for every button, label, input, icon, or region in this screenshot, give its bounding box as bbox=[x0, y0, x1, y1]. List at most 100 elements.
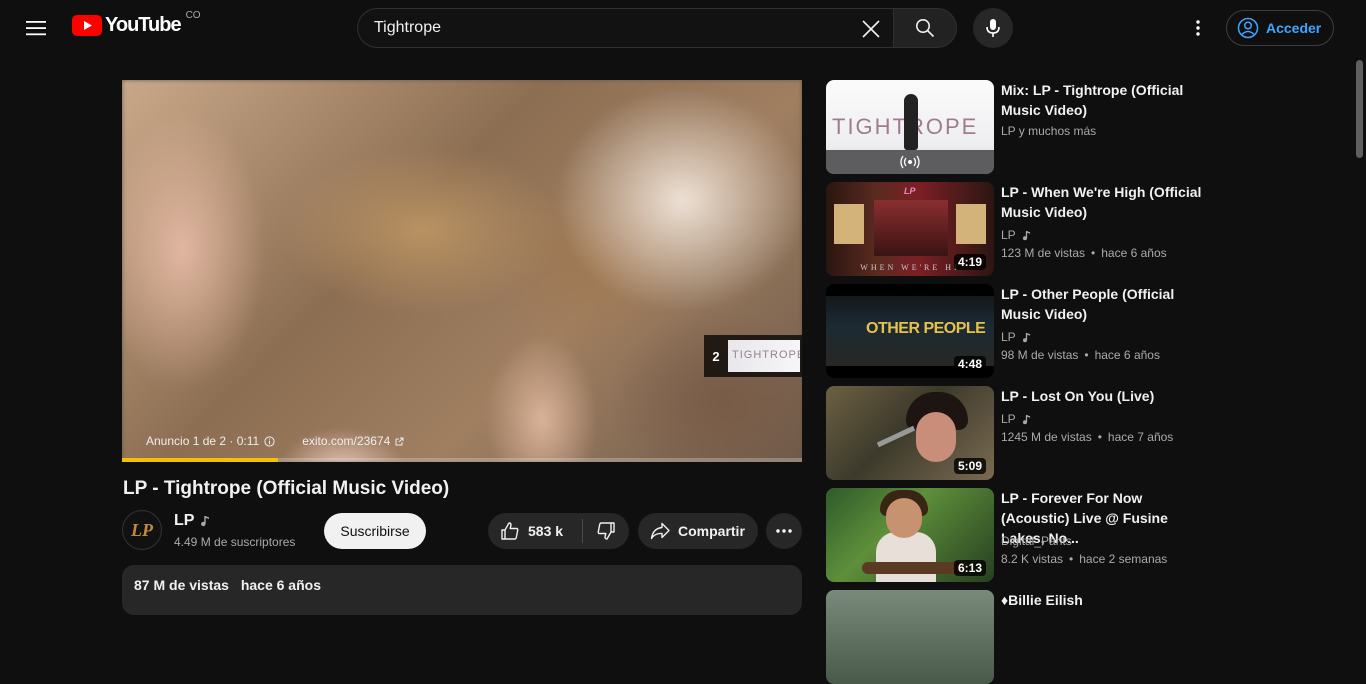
recommendation-thumbnail[interactable]: LP WHEN WE'RE HI 4:19 bbox=[826, 182, 994, 276]
ad-progress-bar[interactable] bbox=[122, 458, 802, 462]
music-note-icon bbox=[201, 516, 210, 527]
guide-menu-button[interactable] bbox=[18, 10, 54, 46]
page-scrollbar[interactable] bbox=[1352, 56, 1366, 598]
search-icon bbox=[916, 19, 935, 38]
recommendation-title[interactable]: ♦Billie Eilish bbox=[1001, 590, 1206, 610]
recommendation-views: 123 M de vistas bbox=[1001, 246, 1086, 260]
region-code: CO bbox=[185, 10, 201, 21]
sign-in-button[interactable]: Acceder bbox=[1226, 10, 1334, 46]
recommendation-thumbnail[interactable]: 6:13 bbox=[826, 488, 994, 582]
more-actions-button[interactable] bbox=[766, 513, 802, 549]
thumbnail-text: OTHER PEOPLE bbox=[866, 320, 986, 337]
thumbnail-head bbox=[886, 498, 922, 538]
recommendation-channel[interactable]: Digital_Pants bbox=[1001, 534, 1072, 548]
thumbnail-panel bbox=[956, 204, 986, 244]
music-note-icon bbox=[1022, 332, 1030, 342]
recommendation-thumbnail[interactable]: TIGHTROPE bbox=[826, 80, 994, 174]
share-button[interactable]: Compartir bbox=[638, 513, 758, 549]
mix-bar bbox=[826, 150, 994, 174]
recommendation-channel[interactable]: LP y muchos más bbox=[1001, 124, 1096, 138]
recommendation-item[interactable]: ♦Billie Eilish bbox=[826, 590, 1206, 684]
share-icon bbox=[650, 522, 670, 540]
thumbnail-band bbox=[874, 200, 948, 256]
ad-counter: Anuncio 1 de 2 · 0:11 bbox=[146, 434, 260, 448]
more-horiz-icon bbox=[776, 529, 792, 533]
video-duration: 4:48 bbox=[953, 356, 986, 372]
publish-date: hace 6 años bbox=[240, 577, 321, 593]
recommendation-channel-name: LP y muchos más bbox=[1001, 124, 1097, 138]
video-duration: 6:13 bbox=[953, 560, 986, 576]
ad-advertiser-link[interactable]: exito.com/23674 bbox=[302, 434, 390, 448]
ad-progress-fill bbox=[122, 458, 279, 462]
recommendation-channel[interactable]: LP bbox=[1001, 330, 1031, 344]
recommendation-channel[interactable]: LP bbox=[1001, 228, 1031, 242]
recommendation-thumbnail[interactable]: 5:09 bbox=[826, 386, 994, 480]
masthead: YouTube CO Acceder bbox=[0, 0, 1366, 56]
settings-more-button[interactable] bbox=[1181, 10, 1215, 46]
recommendation-item[interactable]: OTHER PEOPLE 4:48 LP - Other People (Off… bbox=[826, 284, 1206, 378]
next-ad-thumbnail: TIGHTROPE bbox=[728, 340, 800, 372]
thumbnail-logo: LP bbox=[904, 186, 916, 196]
letterbox-top bbox=[826, 284, 994, 296]
recommendation-thumbnail[interactable] bbox=[826, 590, 994, 684]
view-count: 87 M de vistas bbox=[134, 577, 229, 593]
recommendation-age: hace 6 años bbox=[1094, 348, 1160, 362]
recommendation-title[interactable]: Mix: LP - Tightrope (Official Music Vide… bbox=[1001, 80, 1206, 120]
search-input[interactable] bbox=[374, 19, 854, 37]
share-label: Compartir bbox=[678, 523, 745, 539]
radio-broadcast-icon bbox=[900, 155, 920, 169]
subscribe-button[interactable]: Suscribirse bbox=[324, 513, 426, 549]
recommendation-title[interactable]: LP - When We're High (Official Music Vid… bbox=[1001, 182, 1206, 222]
recommendation-views: 1245 M de vistas bbox=[1001, 430, 1092, 444]
video-frame bbox=[122, 80, 802, 462]
hamburger-icon bbox=[26, 21, 46, 36]
recommendation-title[interactable]: LP - Other People (Official Music Video) bbox=[1001, 284, 1206, 324]
ad-info: Anuncio 1 de 2 · 0:11 exito.com/23674 bbox=[146, 434, 404, 448]
clear-search-button[interactable] bbox=[855, 13, 887, 45]
like-dislike-bar: 583 k bbox=[488, 513, 629, 549]
thumbnail-face bbox=[916, 412, 956, 462]
recommendation-channel-name: Digital_Pants bbox=[1001, 534, 1072, 548]
like-button[interactable]: 583 k bbox=[488, 513, 582, 549]
description-box[interactable]: 87 M de vistas hace 6 años bbox=[122, 565, 802, 615]
recommendation-thumbnail[interactable]: OTHER PEOPLE 4:48 bbox=[826, 284, 994, 378]
external-link-icon bbox=[395, 437, 404, 445]
channel-name[interactable]: LP bbox=[174, 512, 210, 530]
account-circle-icon bbox=[1237, 17, 1259, 39]
recommendation-age: hace 2 semanas bbox=[1079, 552, 1168, 566]
recommendation-views: 98 M de vistas bbox=[1001, 348, 1079, 362]
sign-in-label: Acceder bbox=[1266, 20, 1322, 36]
recommendation-item[interactable]: TIGHTROPE Mix: LP - Tightrope (Official … bbox=[826, 80, 1206, 174]
recommendation-meta: 8.2 K vistas • hace 2 semanas bbox=[1001, 552, 1168, 566]
next-ad-preview[interactable]: 2 TIGHTROPE bbox=[704, 335, 802, 377]
recommendation-channel-name: LP bbox=[1001, 228, 1016, 242]
search-box bbox=[357, 8, 893, 48]
search-button[interactable] bbox=[893, 8, 957, 48]
video-player[interactable]: 2 TIGHTROPE Anuncio 1 de 2 · 0:11 exito.… bbox=[122, 80, 802, 462]
recommendation-channel[interactable]: LP bbox=[1001, 412, 1031, 426]
music-note-icon bbox=[1022, 230, 1030, 240]
video-duration: 4:19 bbox=[953, 254, 986, 270]
microphone-icon bbox=[986, 19, 1000, 37]
thumb-up-icon bbox=[501, 522, 519, 540]
close-icon bbox=[862, 20, 880, 38]
scrollbar-thumb[interactable] bbox=[1356, 60, 1363, 158]
info-icon[interactable] bbox=[264, 435, 275, 447]
recommendation-item[interactable]: 5:09 LP - Lost On You (Live) LP 1245 M d… bbox=[826, 386, 1206, 480]
channel-avatar[interactable]: LP bbox=[122, 510, 162, 550]
recommendation-channel-name: LP bbox=[1001, 412, 1016, 426]
like-count: 583 k bbox=[528, 523, 564, 539]
dislike-button[interactable] bbox=[583, 513, 629, 549]
recommendation-item[interactable]: 6:13 LP - Forever For Now (Acoustic) Liv… bbox=[826, 488, 1206, 582]
voice-search-button[interactable] bbox=[973, 8, 1013, 48]
recommendation-channel-name: LP bbox=[1001, 330, 1016, 344]
thumbnail-body bbox=[876, 532, 936, 582]
thumbnail-guitar bbox=[862, 562, 966, 574]
channel-avatar-logo: LP bbox=[131, 519, 153, 540]
recommendation-title[interactable]: LP - Lost On You (Live) bbox=[1001, 386, 1206, 406]
recommendation-item[interactable]: LP WHEN WE'RE HI 4:19 LP - When We're Hi… bbox=[826, 182, 1206, 276]
youtube-logo[interactable]: YouTube CO bbox=[72, 10, 201, 37]
next-ad-thumb-text: TIGHTROPE bbox=[732, 349, 800, 361]
youtube-play-icon bbox=[72, 15, 102, 36]
thumbnail-mic bbox=[876, 425, 916, 448]
